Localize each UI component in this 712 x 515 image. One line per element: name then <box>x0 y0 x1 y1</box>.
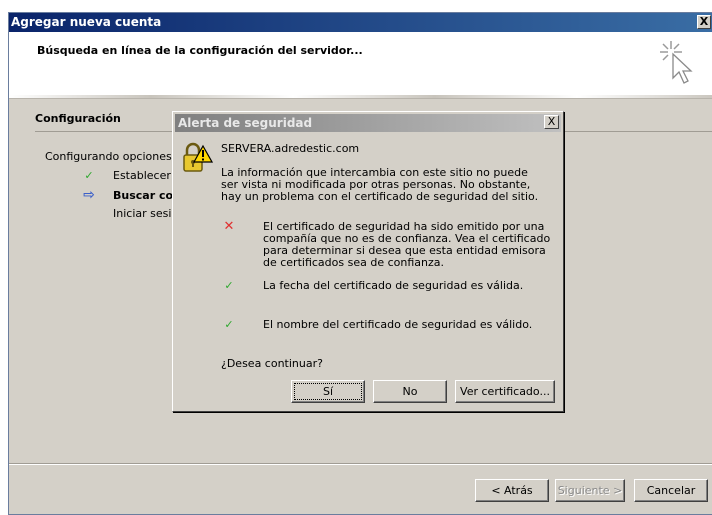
check-icon: ✓ <box>224 318 234 331</box>
config-status-text: Configurando opciones de <box>45 150 189 163</box>
back-button[interactable]: < Atrás <box>475 479 549 502</box>
issue-text: La fecha del certificado de seguridad es… <box>263 279 524 292</box>
cancel-button[interactable]: Cancelar <box>634 479 708 502</box>
config-section-label: Configuración <box>35 112 121 125</box>
info-text: La información que intercambia con este … <box>221 166 539 203</box>
wizard-header: Búsqueda en línea de la configuración de… <box>9 32 712 99</box>
issue-date-valid: ✓ La fecha del certificado de seguridad … <box>221 280 561 294</box>
window-close-button[interactable]: X <box>697 15 711 29</box>
step-login: Iniciar sesió <box>79 206 178 222</box>
next-button[interactable]: Siguiente > <box>555 479 625 502</box>
cross-icon: ✕ <box>223 219 235 234</box>
step-label: Iniciar sesió <box>113 207 179 220</box>
view-certificate-button[interactable]: Ver certificado... <box>455 380 555 403</box>
yes-button[interactable]: Sí <box>291 380 365 403</box>
step-establish: ✓ Establecer c <box>79 168 180 184</box>
window-titlebar[interactable]: Agregar nueva cuenta X <box>9 13 712 32</box>
check-icon: ✓ <box>84 169 94 182</box>
footer-divider <box>9 463 712 465</box>
wizard-heading: Búsqueda en línea de la configuración de… <box>37 44 363 57</box>
issue-text: El certificado de seguridad ha sido emit… <box>263 220 551 269</box>
arrow-right-icon: ⇨ <box>83 187 95 203</box>
check-icon: ✓ <box>224 279 234 292</box>
continue-question: ¿Desea continuar? <box>221 357 323 370</box>
step-label: Buscar con <box>113 189 181 202</box>
step-search: ⇨ Buscar con <box>79 187 181 203</box>
dialog-titlebar[interactable]: Alerta de seguridad <box>175 114 561 132</box>
window-title: Agregar nueva cuenta <box>11 15 162 29</box>
busy-cursor-icon <box>660 41 693 84</box>
dialog-title: Alerta de seguridad <box>178 116 313 130</box>
dialog-close-button[interactable]: X <box>544 115 559 129</box>
security-alert-dialog: Alerta de seguridad X SERVERA.adredestic… <box>172 111 564 412</box>
header-divider <box>9 95 712 98</box>
step-label: Establecer c <box>113 169 181 182</box>
issue-text: El nombre del certificado de seguridad e… <box>263 318 533 331</box>
issue-untrusted-issuer: ✕ El certificado de seguridad ha sido em… <box>221 219 561 273</box>
site-host: SERVERA.adredestic.com <box>221 142 360 155</box>
no-button[interactable]: No <box>373 380 447 403</box>
security-lock-warning-icon <box>183 142 213 172</box>
issue-name-valid: ✓ El nombre del certificado de seguridad… <box>221 319 561 333</box>
